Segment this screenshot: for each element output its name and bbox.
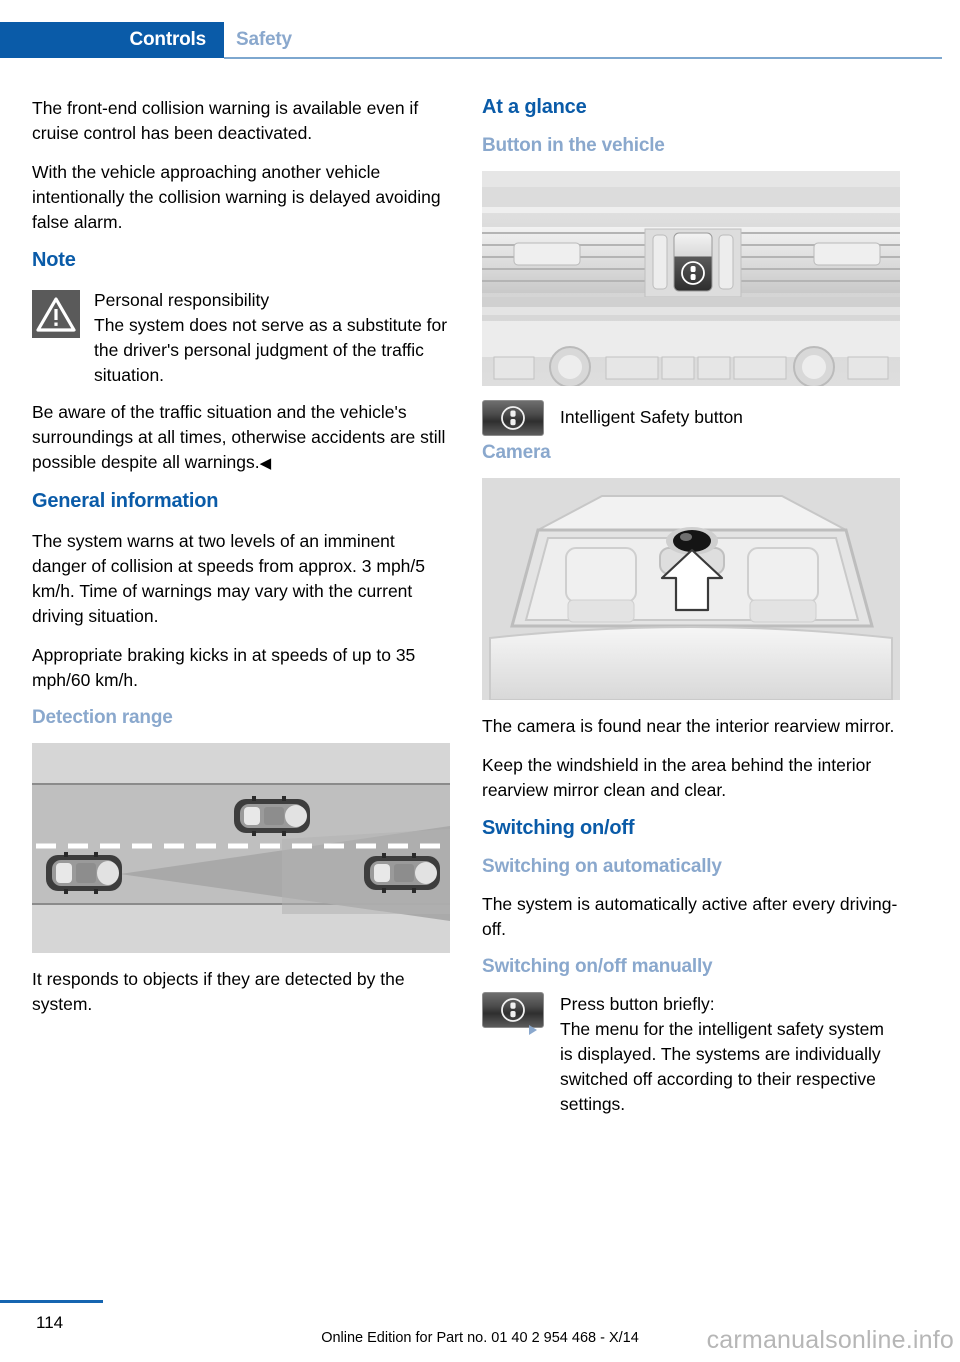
heading-switching-on-off: Switching on/off [482,817,635,839]
left-column: The front-end collision warning is avail… [32,96,450,1017]
heading-detection-range: Detection range [32,707,173,728]
note-body-first: The system does not serve as a substitut… [94,315,448,385]
header-divider [224,57,942,59]
heading-camera: Camera [482,442,551,463]
note-block: Personal responsibility The system does … [32,288,450,388]
note-body-second: Be aware of the traffic situation and th… [32,400,450,476]
caption-intelligent-safety-button: Intelligent Safety button [560,407,743,427]
triangle-bullet-icon [529,1025,537,1035]
windshield-camera-figure [482,478,900,700]
heading-at-a-glance: At a glance [482,96,587,118]
intelligent-safety-button-icon[interactable] [482,400,544,436]
paragraph-general-1: The system warns at two levels of an imm… [32,531,425,626]
tab-controls-label: Controls [129,29,206,50]
page-header: Controls Safety [0,22,960,58]
tab-controls[interactable]: Controls [0,22,224,58]
heading-button-in-the-vehicle: Button in the vehicle [482,135,665,156]
button-caption-row: Intelligent Safety button [482,400,900,442]
dashboard-button-figure [482,171,900,386]
heading-note: Note [32,249,76,271]
tab-safety[interactable]: Safety [236,29,292,51]
detection-range-figure [32,743,450,953]
manual-result-list: The menu for the intelligent safety syst… [482,1017,900,1117]
note-title: Personal responsibility [94,290,270,310]
paragraph-approaching-vehicle: With the vehicle approaching another veh… [32,162,441,232]
note-body-second-text: Be aware of the traffic situation and th… [32,402,446,472]
manual-switch-row: Press button briefly: The menu for the i… [482,992,900,1117]
right-column: At a glance Button in the vehicle Intell… [482,96,900,1117]
paragraph-general-2: Appropriate braking kicks in at speeds o… [32,645,416,690]
list-item: The menu for the intelligent safety syst… [482,1017,900,1117]
caption-detection-range: It responds to objects if they are detec… [32,969,405,1014]
heading-general-information: General information [32,490,219,512]
warning-triangle-icon [32,290,80,338]
watermark: carmanualsonline.info [706,1326,954,1354]
footer-divider [0,1300,103,1303]
paragraph-camera-location: The camera is found near the interior re… [482,716,895,736]
paragraph-front-end-collision: The front-end collision warning is avail… [32,98,419,143]
heading-switching-manually: Switching on/off manually [482,956,713,977]
paragraph-camera-clean: Keep the windshield in the area behind t… [482,755,872,800]
label-press-button-briefly: Press button briefly: [560,994,715,1014]
note-end-marker: ◀ [259,455,272,472]
paragraph-switching-automatic: The system is automatically active after… [482,894,898,939]
list-item-text: The menu for the intelligent safety syst… [560,1019,884,1114]
heading-switching-on-automatically: Switching on automatically [482,856,722,877]
